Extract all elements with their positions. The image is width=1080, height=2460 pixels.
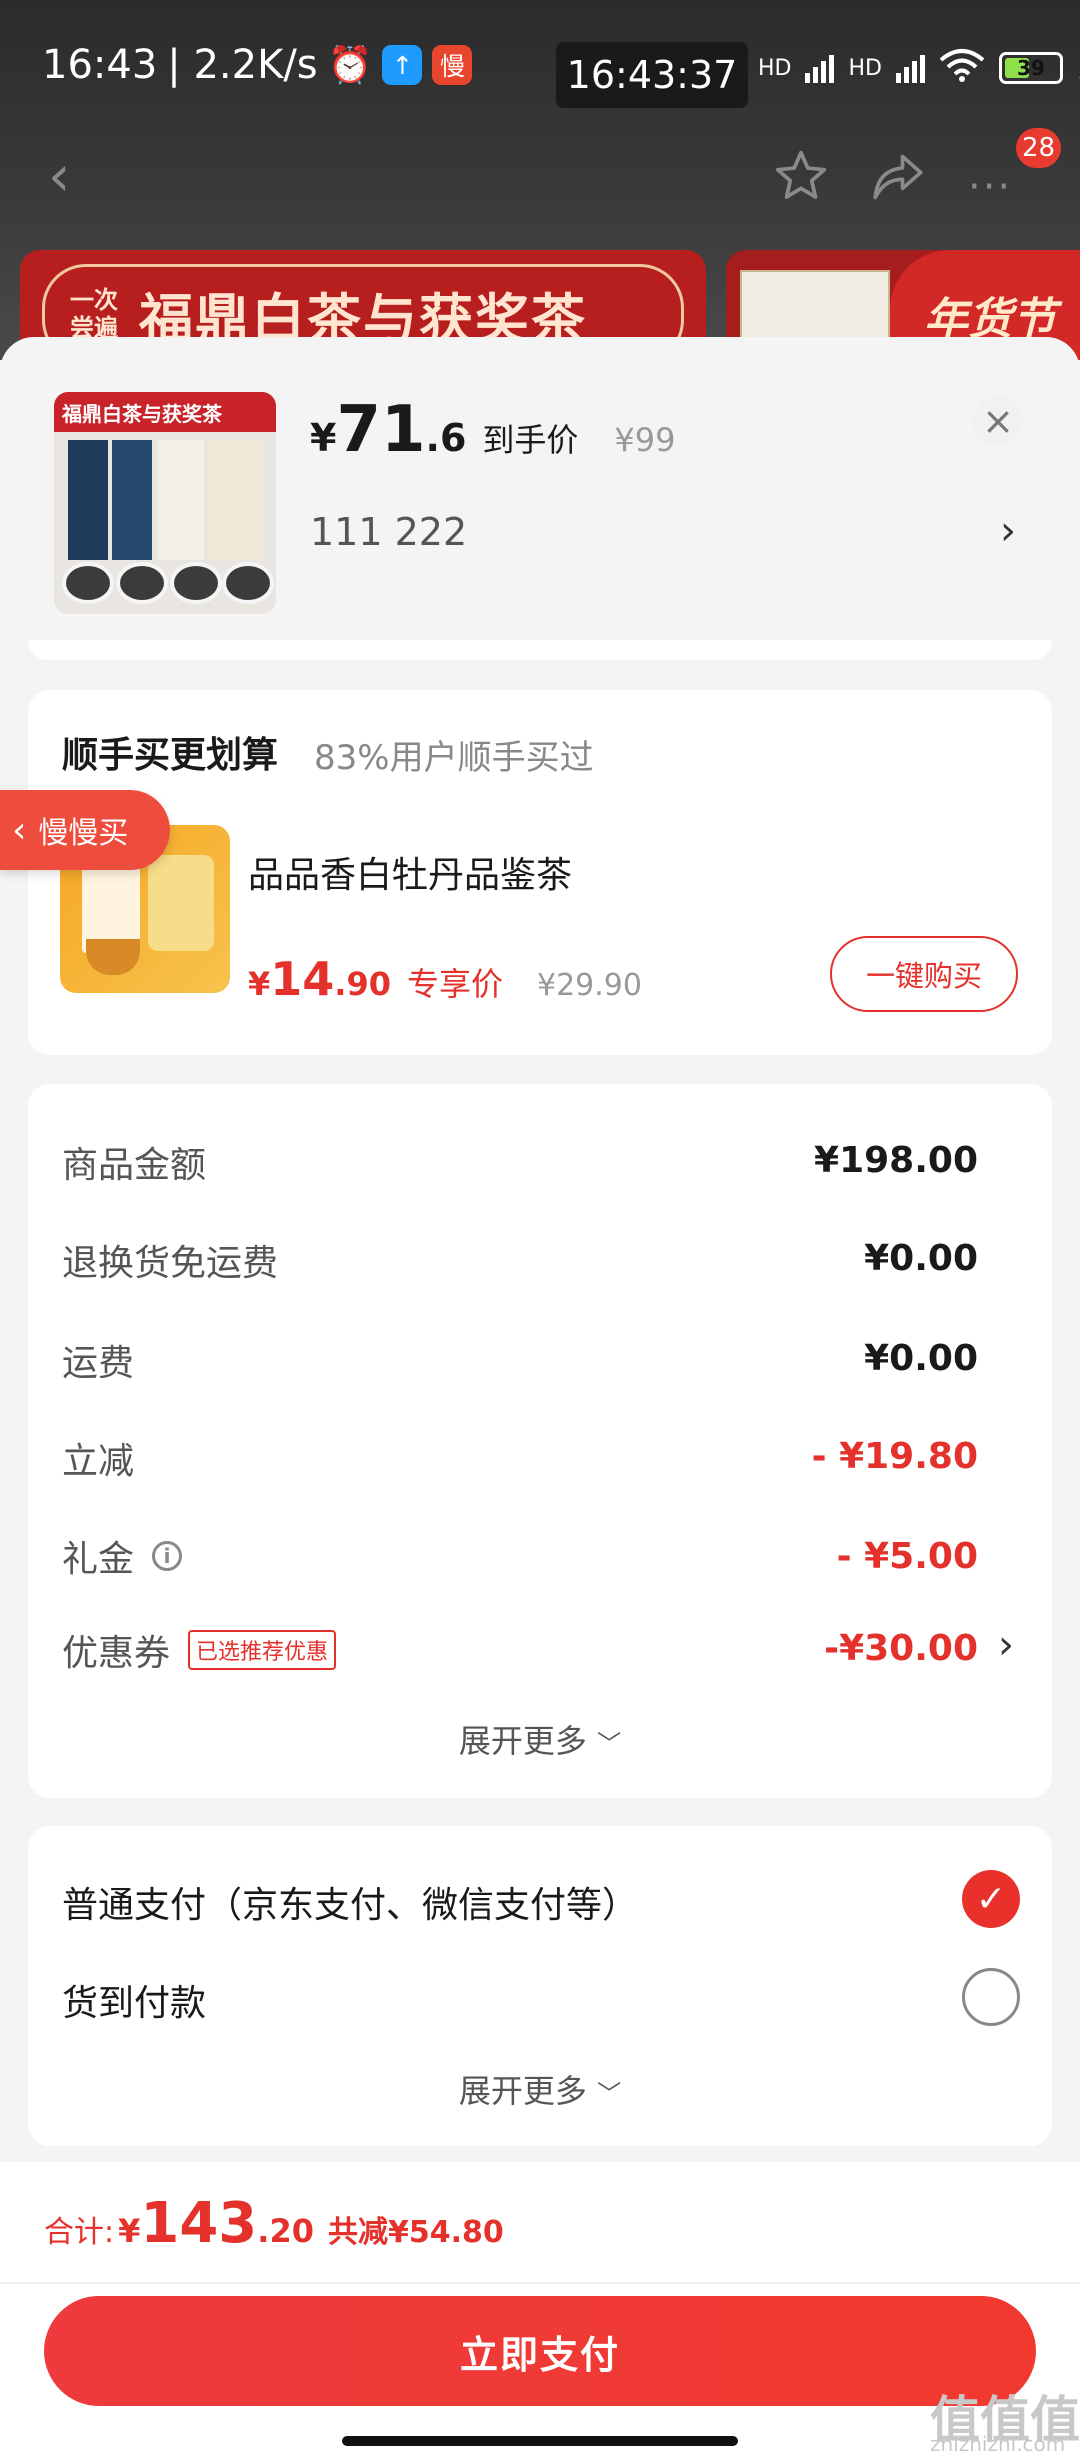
summary-row-value: ¥198.00 (814, 1140, 978, 1181)
status-bar: 16:43 | 2.2K/s ⏰ ↑ 慢 16:43:37 HD HD 39 ⚡ (0, 0, 1080, 130)
pay-now-button[interactable]: 立即支付 (44, 2296, 1036, 2406)
summary-row-label: 立减 (62, 1441, 135, 1482)
summary-row-label: 优惠券 (62, 1633, 171, 1674)
signal-icon-2 (895, 53, 925, 83)
addon-title: 顺手买更划算 (62, 735, 279, 776)
close-button[interactable]: × (973, 396, 1023, 446)
slow-buy-label: 慢慢买 (38, 816, 129, 851)
summary-row-label: 运费 (62, 1343, 135, 1384)
summary-row-label: 礼金 (62, 1539, 135, 1580)
chevron-left-icon: ‹ (12, 809, 27, 851)
signal-icon (805, 53, 835, 83)
one-click-buy-button[interactable]: 一键购买 (830, 936, 1018, 1012)
back-icon[interactable]: ‹ (48, 144, 70, 209)
addon-price-currency: ¥ (248, 965, 271, 1003)
alarm-icon: ⏰ (327, 45, 373, 86)
summary-row-value[interactable]: -¥30.00 (824, 1628, 978, 1669)
selected-spec[interactable]: 111 222 (310, 510, 467, 554)
total-decimal: .20 (257, 2212, 314, 2250)
summary-row-value: ¥0.00 (864, 1238, 978, 1279)
checkmark-icon: ✓ (975, 1878, 1007, 1920)
total-integer: 143 (140, 2191, 258, 2256)
addon-price-tag: 专享价 (406, 965, 503, 1003)
summary-expand-label: 展开更多 (458, 1722, 587, 1760)
product-navbar: ‹ ··· (0, 130, 1080, 240)
price-decimal: .6 (425, 416, 467, 460)
summary-row-value: - ¥19.80 (811, 1436, 978, 1477)
wifi-icon (939, 48, 985, 88)
addon-price-integer: 14 (270, 952, 335, 1006)
network-hd-label-2: HD (848, 55, 882, 81)
floating-clock: 16:43:37 (556, 42, 748, 108)
total-saved: 共减¥54.80 (327, 2215, 504, 2250)
product-price: ¥ 71 .6 到手价 ¥99 (310, 398, 676, 462)
total-label: 合计: (44, 2215, 115, 2250)
favorite-star-icon[interactable] (772, 148, 830, 208)
message-count-badge: 28 (1016, 128, 1062, 168)
payment-option-label[interactable]: 普通支付（京东支付、微信支付等） (62, 1876, 638, 1928)
summary-row-value: ¥0.00 (864, 1338, 978, 1379)
status-left: 16:43 | 2.2K/s ⏰ ↑ 慢 (42, 42, 473, 88)
summary-row-label: 商品金额 (62, 1145, 207, 1186)
payment-option-label[interactable]: 货到付款 (62, 1974, 206, 2026)
price-currency: ¥ (310, 416, 337, 460)
addon-price: ¥ 14 .90 专享价 ¥29.90 (248, 956, 642, 1005)
payment-option-radio-selected[interactable]: ✓ (962, 1870, 1020, 1928)
product-image: 福鼎白茶与获奖茶 (54, 392, 276, 614)
price-tag: 到手价 (482, 421, 579, 459)
info-icon[interactable]: i (152, 1541, 183, 1571)
coupon-row[interactable]: 优惠券 已选推荐优惠 (62, 1624, 337, 1676)
payment-expand-label: 展开更多 (458, 2072, 587, 2110)
product-image-header: 福鼎白茶与获奖茶 (54, 392, 276, 432)
summary-row-label: 退换货免运费 (62, 1243, 279, 1284)
coupon-chevron-right-icon[interactable]: › (998, 1622, 1014, 1668)
spec-chevron-right-icon[interactable]: › (1000, 508, 1016, 554)
close-icon: × (982, 399, 1014, 443)
status-right: HD HD 39 ⚡ (758, 48, 1080, 88)
payment-expand-more[interactable]: 展开更多 ﹀ (0, 2066, 1080, 2112)
coupon-recommended-tag: 已选推荐优惠 (188, 1630, 337, 1670)
addon-price-decimal: .90 (334, 965, 391, 1003)
slow-app-icon: 慢 (432, 45, 473, 85)
promo-banner-small-text: 一次尝遍 (70, 286, 118, 342)
addon-subtitle: 83%用户顺手买过 (314, 738, 594, 778)
network-hd-label: HD (758, 55, 792, 81)
status-time: 16:43 (42, 42, 158, 88)
total-currency: ¥ (118, 2212, 141, 2250)
chevron-down-icon: ﹀ (597, 1730, 622, 1758)
summary-row-value: - ¥5.00 (836, 1536, 978, 1577)
upload-app-icon: ↑ (382, 45, 423, 85)
footer-divider (0, 2282, 1080, 2284)
addon-product-name[interactable]: 品品香白牡丹品鉴茶 (248, 846, 572, 898)
addon-original-price: ¥29.90 (536, 968, 642, 1003)
order-total: 合计: ¥ 143 .20 共减¥54.80 (44, 2196, 504, 2252)
more-menu-icon[interactable]: ··· (968, 164, 1012, 210)
home-indicator[interactable] (342, 2436, 738, 2446)
summary-expand-more[interactable]: 展开更多 ﹀ (0, 1716, 1080, 1762)
payment-option-radio[interactable] (962, 1968, 1020, 2026)
price-integer: 71 (336, 393, 426, 467)
battery-level: 39 (1017, 56, 1045, 80)
status-speed: | 2.2K/s (167, 42, 318, 88)
original-price: ¥99 (614, 421, 676, 459)
watermark-url: zhizhizhi.com (930, 2432, 1066, 2456)
slow-buy-floating-tab[interactable]: ‹ 慢慢买 (0, 790, 170, 870)
product-summary-bottom (28, 640, 1052, 660)
gift-money-row: 礼金 i (62, 1530, 183, 1582)
battery-icon: 39 (998, 52, 1063, 84)
share-icon[interactable] (870, 152, 926, 206)
chevron-down-icon: ﹀ (597, 2080, 622, 2108)
